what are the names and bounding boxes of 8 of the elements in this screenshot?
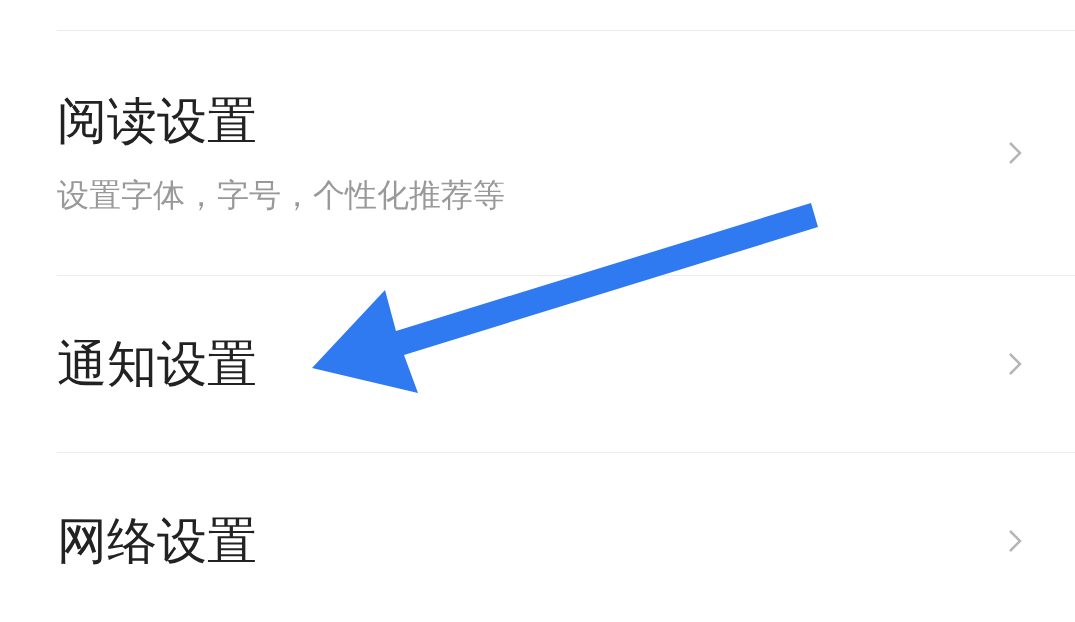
settings-item[interactable]: 网络设置 (57, 453, 1075, 622)
chevron-icon (1008, 141, 1022, 165)
settings-subtitle: 设置字体，字号，个性化推荐等 (57, 175, 505, 215)
settings-title: 网络设置 (57, 511, 257, 571)
chevron-icon (1008, 352, 1022, 376)
settings-title: 阅读设置 (57, 91, 258, 151)
chevron-icon (1008, 529, 1022, 553)
settings-title: 通知设置 (57, 334, 257, 394)
